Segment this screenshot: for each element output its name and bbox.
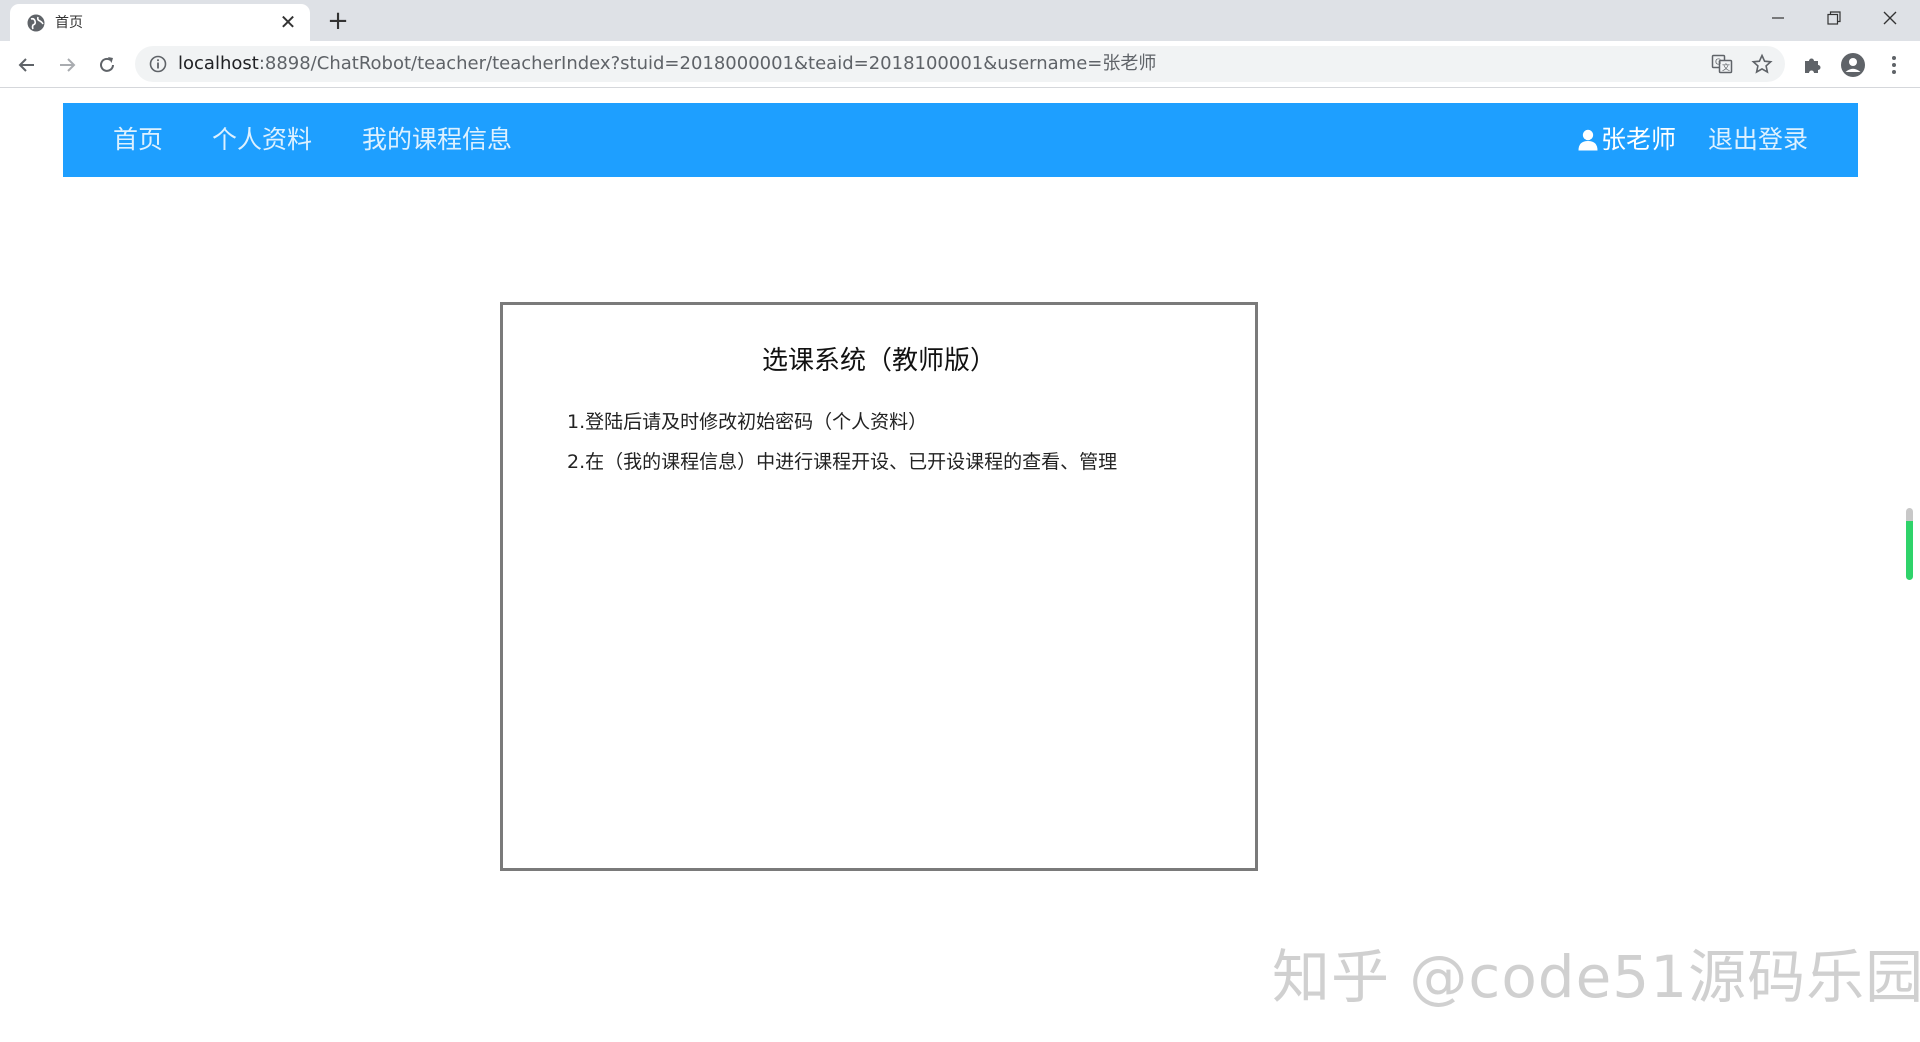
minimize-icon xyxy=(1772,17,1784,19)
panel-title: 选课系统（教师版） xyxy=(761,346,996,376)
svg-text:G: G xyxy=(1715,58,1721,67)
translate-icon: G 文 xyxy=(1711,54,1733,74)
close-icon xyxy=(1883,11,1897,25)
extensions-button[interactable] xyxy=(1798,51,1826,79)
browser-tab[interactable]: 首页 ✕ xyxy=(10,4,310,41)
arrow-right-icon xyxy=(60,58,76,72)
minimize-button[interactable] xyxy=(1750,0,1806,36)
url-host: localhost xyxy=(178,53,259,74)
nav-my-courses-link[interactable]: 我的课程信息 xyxy=(362,103,512,177)
scroll-indicator xyxy=(1906,508,1913,580)
forward-button[interactable] xyxy=(50,49,84,81)
globe-icon xyxy=(27,14,45,32)
url-path: :8898/ChatRobot/teacher/teacherIndex?stu… xyxy=(258,53,1157,74)
puzzle-icon xyxy=(1805,58,1821,73)
back-button[interactable] xyxy=(10,49,44,81)
instruction-line-1: 1.登陆后请及时修改初始密码（个人资料） xyxy=(567,411,928,433)
close-window-button[interactable] xyxy=(1862,0,1918,36)
address-bar[interactable]: localhost:8898/ChatRobot/teacher/teacher… xyxy=(135,46,1785,82)
nav-user-menu[interactable]: 张老师 xyxy=(1578,103,1676,177)
restore-button[interactable] xyxy=(1806,0,1862,36)
browser-menu-button[interactable] xyxy=(1880,51,1908,79)
tab-title: 首页 xyxy=(55,15,83,31)
welcome-panel: 选课系统（教师版） 1.登陆后请及时修改初始密码（个人资料） 2.在（我的课程信… xyxy=(500,302,1258,871)
restore-icon xyxy=(1827,11,1841,25)
kebab-menu-icon xyxy=(1892,56,1896,74)
url-text[interactable]: localhost:8898/ChatRobot/teacher/teacher… xyxy=(178,46,1156,82)
star-icon xyxy=(1751,53,1773,74)
translate-button[interactable]: G 文 xyxy=(1710,52,1734,76)
arrow-left-icon xyxy=(18,58,34,72)
profile-button[interactable] xyxy=(1839,51,1867,79)
nav-profile-link[interactable]: 个人资料 xyxy=(212,103,312,177)
bookmark-button[interactable] xyxy=(1750,52,1774,76)
watermark-text: 知乎 @code51源码乐园 xyxy=(1272,943,1920,1011)
svg-text:文: 文 xyxy=(1722,62,1730,72)
instruction-line-2: 2.在（我的课程信息）中进行课程开设、已开设课程的查看、管理 xyxy=(567,451,1118,473)
browser-toolbar: localhost:8898/ChatRobot/teacher/teacher… xyxy=(0,41,1920,88)
nav-home-link[interactable]: 首页 xyxy=(113,103,163,177)
new-tab-button[interactable]: + xyxy=(322,6,354,38)
tab-strip: 首页 ✕ + xyxy=(0,0,1920,41)
info-icon[interactable] xyxy=(148,54,168,74)
top-navbar: 首页 个人资料 我的课程信息 张老师 退出登录 xyxy=(63,103,1858,177)
reload-button[interactable] xyxy=(90,49,124,81)
account-icon xyxy=(1841,53,1865,77)
user-name: 张老师 xyxy=(1601,125,1677,154)
logout-link[interactable]: 退出登录 xyxy=(1708,103,1808,177)
reload-icon xyxy=(100,57,114,72)
tab-close-icon[interactable]: ✕ xyxy=(276,10,300,34)
user-icon xyxy=(1578,129,1598,151)
